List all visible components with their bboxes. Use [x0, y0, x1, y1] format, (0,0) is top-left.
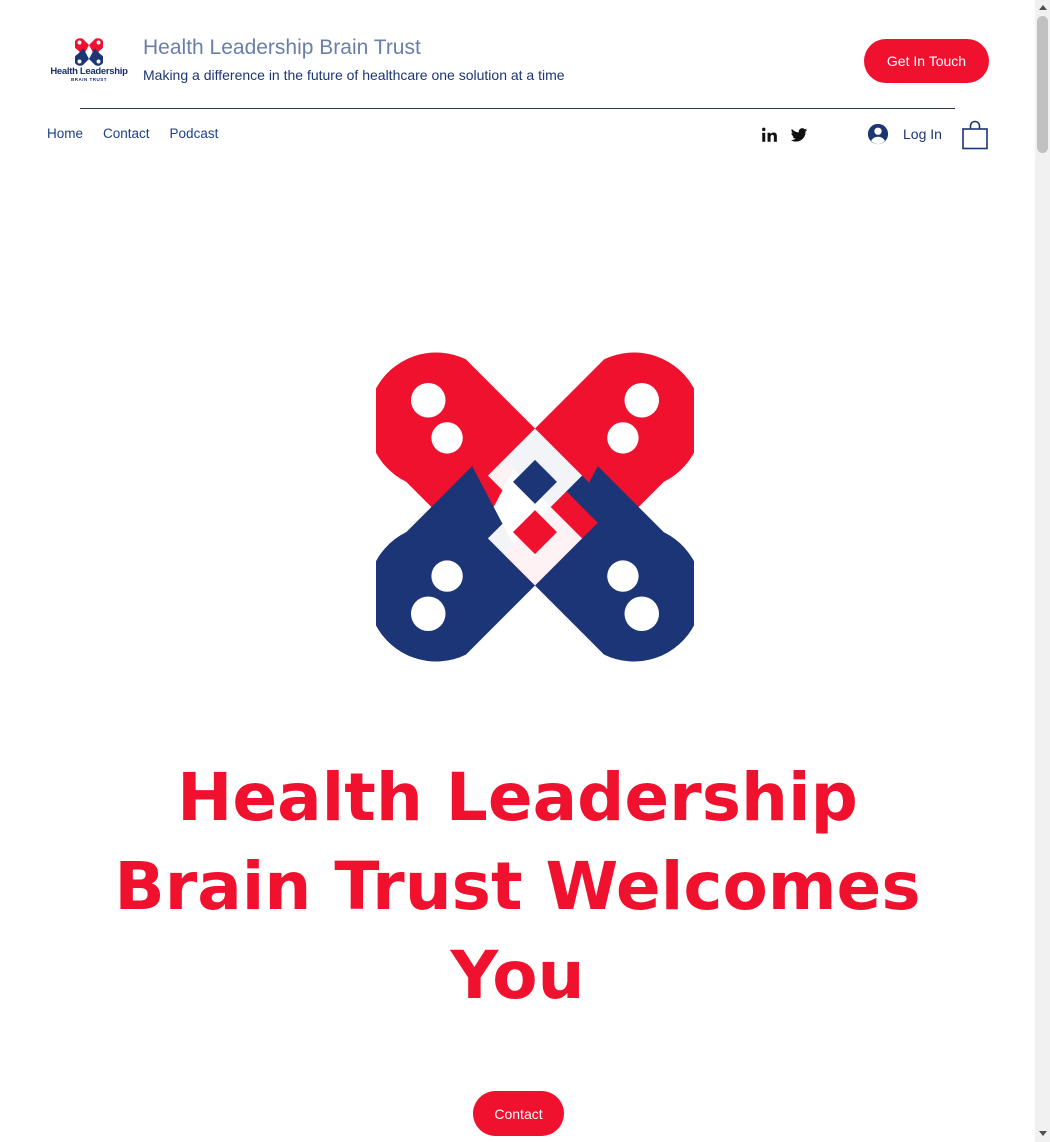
logo-text: Health Leadership — [50, 66, 128, 77]
twitter-icon[interactable] — [790, 126, 808, 144]
site-tagline: Making a difference in the future of hea… — [143, 67, 565, 83]
header-divider — [80, 108, 955, 109]
logo-subtext: BRAIN TRUST — [71, 77, 107, 82]
linkedin-icon[interactable] — [760, 126, 778, 144]
login-button[interactable]: Log In — [867, 123, 942, 145]
cart-icon[interactable] — [962, 120, 988, 150]
scroll-up-arrow-icon[interactable] — [1039, 5, 1047, 10]
site-logo[interactable]: Health Leadership BRAIN TRUST — [50, 38, 128, 84]
scrollbar-thumb[interactable] — [1037, 16, 1048, 153]
hero-heading: Health Leadership Brain Trust Welcomes Y… — [114, 759, 921, 1014]
user-avatar-icon — [867, 123, 889, 145]
login-label: Log In — [903, 126, 942, 142]
nav-item-podcast[interactable]: Podcast — [170, 126, 219, 141]
nav-item-home[interactable]: Home — [47, 126, 83, 141]
logo-mark-icon — [75, 38, 103, 66]
social-bar — [760, 126, 808, 144]
hero-logo — [367, 350, 703, 664]
page: Health Leadership BRAIN TRUST Health Lea… — [0, 0, 1035, 1142]
nav-item-contact[interactable]: Contact — [103, 126, 150, 141]
site-title[interactable]: Health Leadership Brain Trust — [143, 36, 421, 60]
brain-trust-logo-icon — [367, 352, 703, 662]
get-in-touch-button[interactable]: Get In Touch — [864, 39, 989, 83]
scrollbar[interactable] — [1035, 0, 1050, 1142]
contact-button[interactable]: Contact — [473, 1091, 564, 1136]
main-nav: Home Contact Podcast — [47, 126, 218, 141]
scroll-down-arrow-icon[interactable] — [1039, 1131, 1047, 1136]
